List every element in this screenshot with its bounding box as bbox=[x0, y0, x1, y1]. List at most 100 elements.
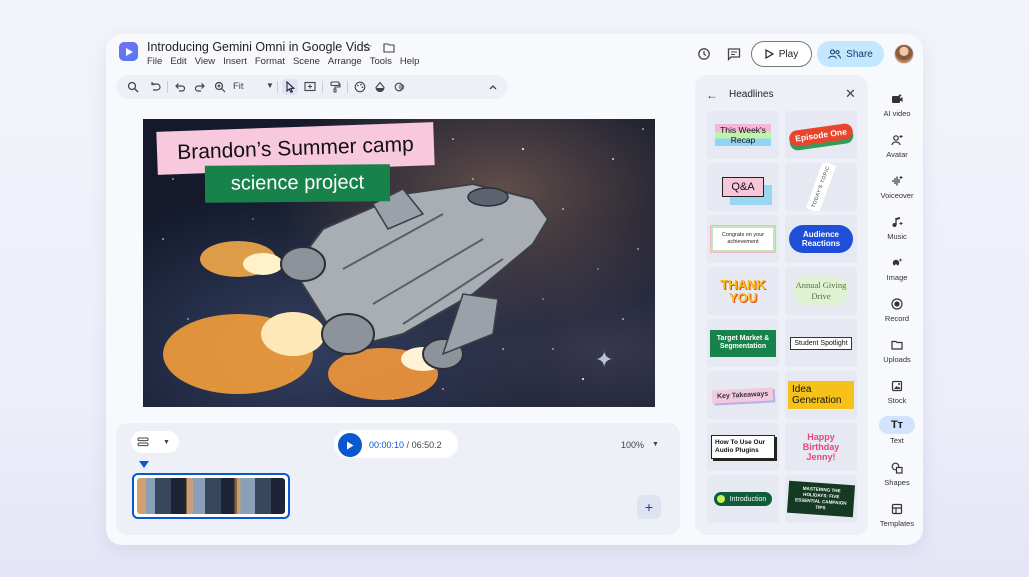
headline-tile-happy-birthday[interactable]: Happy Birthday Jenny! bbox=[785, 423, 857, 471]
headline-tile-introduction[interactable]: Introduction bbox=[707, 475, 779, 523]
headline-tile-mastering-holidays[interactable]: MASTERING THE HOLIDAYS: FIVE ESSENTIAL C… bbox=[785, 475, 857, 523]
play-icon bbox=[765, 49, 774, 59]
menu-scene[interactable]: Scene bbox=[293, 56, 325, 67]
menu-file[interactable]: File bbox=[147, 56, 167, 67]
add-text-box-icon[interactable] bbox=[302, 79, 318, 95]
headlines-panel: ← Headlines ✕ This Week's Recap Episode … bbox=[695, 75, 868, 535]
rail-shapes[interactable]: Shapes bbox=[876, 460, 918, 487]
menu-help[interactable]: Help bbox=[400, 56, 425, 67]
image-icon bbox=[889, 255, 905, 271]
palette-icon[interactable] bbox=[352, 79, 368, 95]
headline-tile-congrats[interactable]: Congrats on your achievement bbox=[707, 215, 779, 263]
rail-label: AI video bbox=[883, 109, 911, 118]
rail-label: Music bbox=[887, 232, 907, 241]
headline-tile-todays-topic[interactable]: TODAY'S TOPIC bbox=[785, 163, 857, 211]
rail-label: Shapes bbox=[884, 478, 910, 487]
fill-color-icon[interactable] bbox=[372, 79, 388, 95]
rail-templates[interactable]: Templates bbox=[876, 501, 918, 528]
select-pointer-icon[interactable] bbox=[282, 79, 298, 95]
tile-label: Episode One bbox=[788, 122, 854, 148]
rail-image[interactable]: Image bbox=[876, 255, 918, 282]
headline-tile-audio-plugins[interactable]: How To Use Our Audio Plugins bbox=[707, 423, 779, 471]
vids-logo-icon[interactable] bbox=[119, 42, 138, 61]
rail-label: Stock bbox=[887, 396, 907, 405]
tile-label: Happy Birthday Jenny! bbox=[802, 432, 840, 462]
timeline-panel: ▼ 00:00:10 / 06:50.2 100% ▼ + bbox=[116, 423, 680, 535]
menu-edit[interactable]: Edit bbox=[170, 56, 191, 67]
play-button[interactable]: Play bbox=[751, 41, 812, 67]
zoom-icon[interactable] bbox=[212, 79, 228, 95]
headline-tile-annual-giving-drive[interactable]: Annual Giving Drive bbox=[785, 267, 857, 315]
document-title[interactable]: Introducing Gemini Omni in Google Vids bbox=[147, 40, 370, 54]
tile-label: Annual Giving Drive bbox=[793, 276, 849, 306]
menu-bar: File Edit View Insert Format Scene Arran… bbox=[147, 56, 427, 67]
headline-tile-key-takeaways[interactable]: Key Takeaways bbox=[707, 371, 779, 419]
tile-label: How To Use Our Audio Plugins bbox=[711, 435, 775, 459]
timeline-layout-toggle[interactable]: ▼ bbox=[131, 431, 179, 453]
rail-stock[interactable]: Stock bbox=[876, 378, 918, 405]
scene-clip[interactable] bbox=[132, 473, 290, 519]
timeline-zoom-select[interactable]: 100% bbox=[621, 440, 644, 450]
zoom-select[interactable]: Fit bbox=[233, 81, 244, 92]
menu-insert[interactable]: Insert bbox=[223, 56, 252, 67]
share-button[interactable]: Share bbox=[817, 41, 884, 67]
text-icon: Tт bbox=[879, 416, 915, 434]
headline-tile-target-market[interactable]: Target Market & Segmentation bbox=[707, 319, 779, 367]
redo-icon[interactable] bbox=[192, 79, 208, 95]
collapse-toolbar-icon[interactable] bbox=[485, 79, 501, 95]
headline-tile-qa[interactable]: Q&A bbox=[707, 163, 779, 211]
menu-arrange[interactable]: Arrange bbox=[328, 56, 367, 67]
record-icon bbox=[889, 296, 905, 312]
chevron-down-icon[interactable]: ▼ bbox=[266, 81, 274, 90]
rail-avatar[interactable]: Avatar bbox=[876, 132, 918, 159]
tile-label: THANK YOU bbox=[720, 277, 766, 305]
tile-label: Congrats on your achievement bbox=[710, 225, 776, 253]
star-icon[interactable]: ☆ bbox=[362, 40, 373, 54]
rail-music[interactable]: Music bbox=[876, 214, 918, 241]
headline-tile-student-spotlight[interactable]: Student Spotlight bbox=[785, 319, 857, 367]
undo-history-icon[interactable] bbox=[147, 79, 163, 95]
toolbar-divider bbox=[347, 81, 348, 93]
headline-subtitle[interactable]: science project bbox=[204, 164, 391, 203]
headline-tile-episode-one[interactable]: Episode One bbox=[785, 111, 857, 159]
app-window: Introducing Gemini Omni in Google Vids ☆… bbox=[106, 34, 923, 545]
comments-icon[interactable] bbox=[726, 46, 742, 62]
chevron-down-icon[interactable]: ▼ bbox=[652, 441, 659, 448]
rail-uploads[interactable]: Uploads bbox=[876, 337, 918, 364]
add-scene-button[interactable]: + bbox=[637, 495, 661, 519]
headline-tile-idea-generation[interactable]: Idea Generation bbox=[785, 371, 857, 419]
scene-canvas[interactable]: Brandon’s Summer camp science project ✦ bbox=[143, 119, 655, 407]
headline-tile-audience-reactions[interactable]: Audience Reactions bbox=[785, 215, 857, 263]
menu-view[interactable]: View bbox=[195, 56, 220, 67]
rail-label: Voiceover bbox=[880, 191, 914, 200]
share-label: Share bbox=[846, 48, 873, 60]
undo-icon[interactable] bbox=[172, 79, 188, 95]
tile-label: Q&A bbox=[722, 177, 764, 197]
rail-voiceover[interactable]: Voiceover bbox=[876, 173, 918, 200]
rail-ai-video[interactable]: AI video bbox=[876, 91, 918, 118]
dot-icon bbox=[716, 495, 725, 503]
timeline-play-button[interactable] bbox=[338, 433, 362, 457]
current-time: 00:00:10 bbox=[369, 440, 405, 450]
headline-tile-thank-you[interactable]: THANK YOU bbox=[707, 267, 779, 315]
rail-text[interactable]: Tт Text bbox=[876, 416, 918, 445]
rail-label: Text bbox=[890, 436, 904, 445]
tile-label: MASTERING THE HOLIDAYS: FIVE ESSENTIAL C… bbox=[786, 480, 856, 518]
headline-tile-this-weeks-recap[interactable]: This Week's Recap bbox=[707, 111, 779, 159]
voiceover-icon bbox=[889, 173, 905, 189]
menu-format[interactable]: Format bbox=[255, 56, 290, 67]
rail-record[interactable]: Record bbox=[876, 296, 918, 323]
paint-format-icon[interactable] bbox=[327, 79, 343, 95]
effects-icon[interactable] bbox=[392, 79, 408, 95]
play-label: Play bbox=[778, 48, 799, 60]
tile-label: Audience Reactions bbox=[789, 225, 853, 253]
tile-label: This Week's Recap bbox=[715, 124, 771, 146]
menu-tools[interactable]: Tools bbox=[370, 56, 397, 67]
playhead-marker[interactable] bbox=[139, 461, 149, 468]
account-avatar[interactable] bbox=[894, 44, 914, 64]
music-icon bbox=[889, 214, 905, 230]
version-history-icon[interactable] bbox=[696, 46, 712, 62]
back-arrow-icon[interactable]: ← bbox=[706, 88, 718, 102]
search-icon[interactable] bbox=[125, 79, 141, 95]
close-icon[interactable]: ✕ bbox=[845, 86, 856, 102]
